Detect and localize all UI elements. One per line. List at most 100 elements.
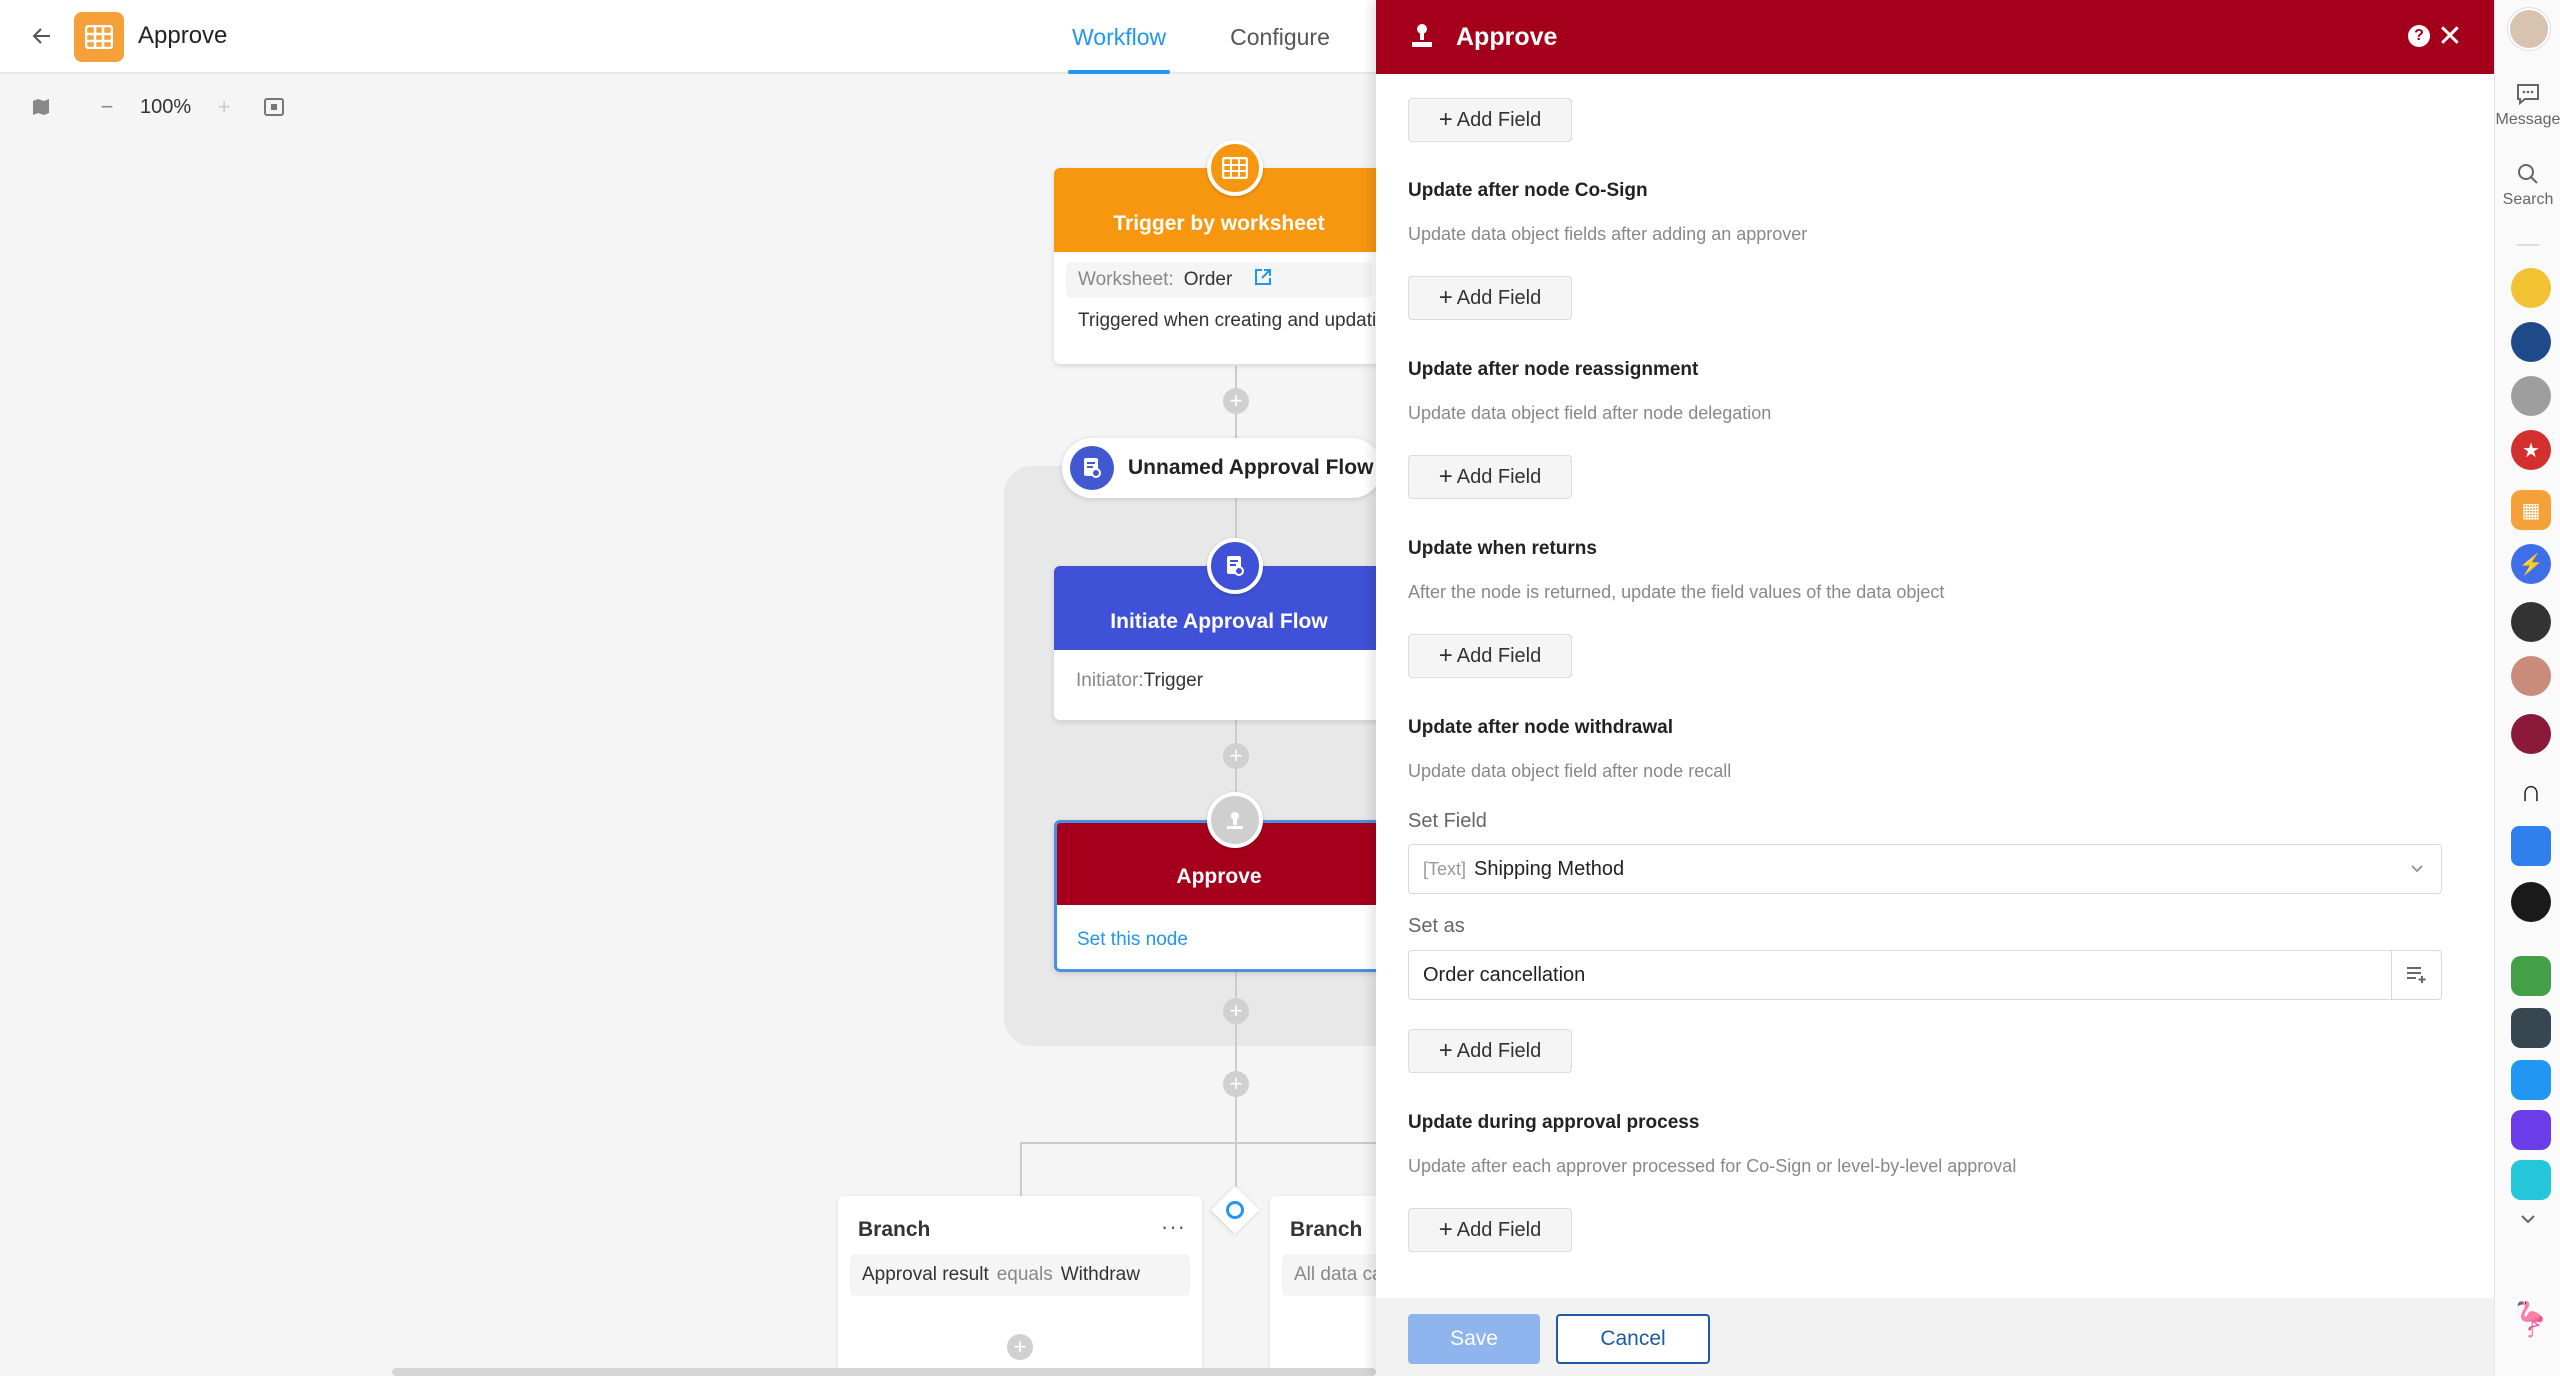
more-options-icon[interactable]: ··· xyxy=(1161,1214,1186,1240)
cancel-button[interactable]: Cancel xyxy=(1556,1314,1710,1364)
add-node-button[interactable]: + xyxy=(1223,998,1249,1024)
worksheet-icon xyxy=(1207,140,1263,196)
branch-card[interactable]: Branch All data ca xyxy=(1270,1196,1376,1376)
app-shortcut[interactable]: ▦ xyxy=(2511,490,2551,530)
field-type-tag: [Text] xyxy=(1423,858,1467,879)
set-this-node-link[interactable]: Set this node xyxy=(1077,929,1376,951)
approve-node[interactable]: Approve Set this node xyxy=(1054,820,1376,972)
search-nav[interactable]: Search xyxy=(2495,162,2560,209)
chat-bubble-icon xyxy=(2495,82,2560,111)
app-shortcut[interactable]: ∩ xyxy=(2511,772,2551,812)
app-shortcut[interactable] xyxy=(2511,714,2551,754)
initiate-approval-node[interactable]: Initiate Approval Flow Initiator:Trigger xyxy=(1054,566,1376,720)
app-shortcut[interactable]: ⚡ xyxy=(2511,544,2551,584)
top-bar: Approve Workflow Configure xyxy=(0,0,1376,74)
drawer-body: + Add Field Update after node Co-Sign Upd… xyxy=(1376,74,2494,1298)
app-shortcut[interactable] xyxy=(2511,656,2551,696)
branch-gateway-icon xyxy=(1226,1201,1244,1219)
connector xyxy=(1020,1142,1376,1144)
message-nav[interactable]: Message xyxy=(2495,82,2560,129)
branch-title: Branch xyxy=(1290,1218,1363,1241)
save-button[interactable]: Save xyxy=(1408,1314,1540,1364)
set-field-select[interactable]: [Text] Shipping Method xyxy=(1408,844,2442,894)
approver-person-icon xyxy=(1207,792,1263,848)
app-shortcut[interactable] xyxy=(2511,1160,2551,1200)
add-node-button[interactable]: + xyxy=(1223,388,1249,414)
add-field-button[interactable]: + Add Field xyxy=(1408,455,1572,499)
app-shortcut[interactable] xyxy=(2511,1110,2551,1150)
external-link-icon[interactable] xyxy=(1254,268,1272,292)
add-node-button[interactable]: + xyxy=(1223,1071,1249,1097)
worksheet-value: Order xyxy=(1183,269,1233,290)
app-title: Approve xyxy=(138,22,228,49)
approval-flow-title: Unnamed Approval Flow xyxy=(1128,456,1374,479)
app-shortcut[interactable] xyxy=(2511,826,2551,866)
set-as-input[interactable]: Order cancellation xyxy=(1408,950,2442,1000)
app-icon xyxy=(74,12,124,62)
trigger-description: Triggered when creating and updatin xyxy=(1078,310,1376,331)
trigger-worksheet-row: Worksheet: Order xyxy=(1066,262,1372,298)
section-description: Update data object fields after adding a… xyxy=(1408,224,1808,244)
section-description: Update data object field after node reca… xyxy=(1408,761,1732,781)
set-as-label: Set as xyxy=(1408,915,1465,937)
add-field-button[interactable]: + Add Field xyxy=(1408,1029,1572,1073)
chevron-down-icon xyxy=(2409,859,2425,882)
app-shortcut[interactable] xyxy=(2511,602,2551,642)
section-description: Update after each approver processed for… xyxy=(1408,1156,2017,1176)
trigger-node[interactable]: Trigger by worksheet Worksheet: Order Tr… xyxy=(1054,168,1376,364)
add-field-button[interactable]: + Add Field xyxy=(1408,634,1572,678)
initiate-flow-icon xyxy=(1207,538,1263,594)
section-title: Update after node withdrawal xyxy=(1408,717,1673,738)
app-shortcut[interactable]: ★ xyxy=(2511,430,2551,470)
tab-bar: Workflow Configure xyxy=(1050,0,1372,74)
approval-flow-pill[interactable]: Unnamed Approval Flow xyxy=(1062,438,1376,498)
help-icon[interactable]: ? xyxy=(2408,25,2430,47)
add-field-button[interactable]: + Add Field xyxy=(1408,98,1572,142)
add-node-button[interactable]: + xyxy=(1223,743,1249,769)
add-node-button[interactable]: + xyxy=(1007,1334,1033,1360)
message-label: Message xyxy=(2495,111,2560,128)
node-settings-drawer: Approve ? ✕ + Add Field Update after node… xyxy=(1376,0,2494,1376)
worksheet-label: Worksheet: xyxy=(1078,269,1174,290)
app-dock: Message Search ★ ▦ ⚡ ∩ 🦩 xyxy=(2494,0,2560,1376)
section-description: After the node is returned, update the f… xyxy=(1408,582,1945,602)
insert-field-icon[interactable] xyxy=(2391,951,2441,999)
section-title: Update after node Co-Sign xyxy=(1408,180,1648,201)
initiator-label: Initiator: xyxy=(1076,670,1144,691)
add-field-button[interactable]: + Add Field xyxy=(1408,276,1572,320)
tab-workflow[interactable]: Workflow xyxy=(1050,0,1188,74)
user-avatar[interactable] xyxy=(2508,8,2550,50)
drawer-footer: Save Cancel xyxy=(1376,1298,2494,1376)
set-as-value: Order cancellation xyxy=(1423,963,1586,986)
app-shortcut[interactable] xyxy=(2511,882,2551,922)
condition-field: Approval result xyxy=(862,1264,989,1285)
drawer-title: Approve xyxy=(1456,22,1558,51)
branch-condition: Approval result equals Withdraw xyxy=(850,1254,1190,1296)
selected-field: Shipping Method xyxy=(1474,857,1625,880)
app-shortcut[interactable] xyxy=(2511,1060,2551,1100)
section-title: Update during approval process xyxy=(1408,1112,1700,1133)
back-arrow-icon[interactable] xyxy=(24,18,60,54)
branch-title: Branch xyxy=(858,1218,931,1241)
add-field-button[interactable]: + Add Field xyxy=(1408,1208,1572,1252)
app-shortcut[interactable] xyxy=(2511,376,2551,416)
horizontal-scrollbar[interactable] xyxy=(392,1368,1376,1376)
initiator-row: Initiator:Trigger xyxy=(1076,670,1376,692)
app-shortcut[interactable] xyxy=(2511,268,2551,308)
condition-value: Withdraw xyxy=(1060,1264,1140,1285)
approval-flow-icon xyxy=(1070,446,1114,490)
flamingo-mascot-icon[interactable]: 🦩 xyxy=(2510,1300,2552,1340)
close-icon[interactable]: ✕ xyxy=(2432,18,2468,54)
app-shortcut[interactable] xyxy=(2511,956,2551,996)
chevron-down-icon[interactable] xyxy=(2495,1212,2560,1231)
drawer-header: Approve ? ✕ xyxy=(1376,0,2494,74)
branch-condition: All data ca xyxy=(1282,1254,1376,1296)
app-shortcut[interactable] xyxy=(2511,1008,2551,1048)
tab-configure[interactable]: Configure xyxy=(1208,0,1352,74)
workflow-canvas: Trigger by worksheet Worksheet: Order Tr… xyxy=(0,76,1376,1376)
condition-operator: equals xyxy=(996,1264,1053,1285)
initiator-value: Trigger xyxy=(1143,670,1204,691)
section-title: Update after node reassignment xyxy=(1408,359,1699,380)
app-shortcut[interactable] xyxy=(2511,322,2551,362)
approver-person-icon xyxy=(1410,22,1434,53)
